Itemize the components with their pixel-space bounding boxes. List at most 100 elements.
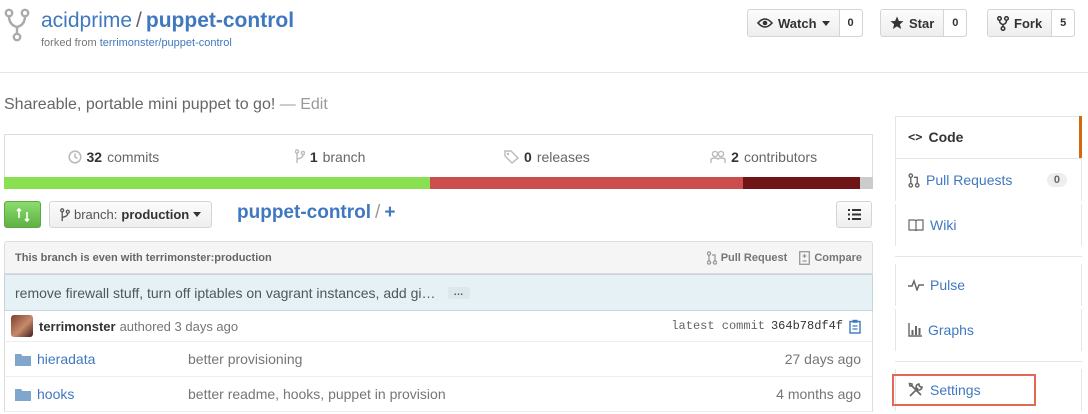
watch-button-group: Watch 0 [747,9,863,37]
file-row[interactable]: hooks better readme, hooks, puppet in pr… [4,377,873,412]
watch-label: Watch [778,15,817,31]
branches-count: 1 [309,148,318,165]
nav-item-pulse[interactable]: Pulse [895,264,1082,306]
description-edit-separator: — [279,96,296,113]
file-name-link[interactable]: hooks [37,386,74,402]
numbers-summary: 32 commits 1 branch 0 releases 2 contrib… [4,134,873,178]
commit-author-link[interactable]: terrimonster [39,319,116,334]
git-branch-icon [60,207,70,221]
folder-icon [15,354,31,366]
organization-icon [710,150,726,163]
watch-count[interactable]: 0 [839,10,862,36]
nav-item-label: Wiki [930,217,957,233]
author-avatar[interactable] [11,315,33,337]
repo-title: acidprime / puppet-control [41,9,294,33]
language-segment[interactable] [429,177,743,189]
branches-summary[interactable]: 1 branch [222,149,439,165]
compare-label: Compare [814,251,862,264]
breadcrumb: puppet-control / + [237,202,395,224]
caret-down-icon [821,20,830,26]
breadcrumb-repo-link[interactable]: puppet-control [237,202,371,223]
clippy-icon[interactable] [849,319,862,334]
graph-icon [908,323,922,337]
file-name-link[interactable]: hieradata [37,351,95,367]
fork-button-group: Fork 5 [987,9,1076,37]
git-pull-request-icon [908,172,920,188]
header-divider [0,72,1088,73]
branches-label: branch [322,148,366,165]
contributors-label: contributors [743,148,818,165]
file-commit-message[interactable]: better readme, hooks, puppet in provisio… [188,386,446,402]
description-edit-link[interactable]: Edit [300,96,328,113]
list-icon [847,209,861,220]
forked-from-link[interactable]: terrimonster/puppet-control [100,37,232,49]
latest-commit-sha-group: latest commit 364b78df4f [671,319,862,334]
nav-divider [895,361,1082,362]
book-icon [908,219,924,231]
language-segment[interactable] [742,177,860,189]
fork-button[interactable]: Fork [988,10,1053,36]
fork-label: Fork [1014,15,1043,31]
pull-requests-counter: 0 [1046,173,1067,187]
nav-item-code[interactable]: <> Code [895,116,1082,158]
repo-title-separator: / [136,9,142,32]
nav-divider [895,256,1082,257]
releases-summary[interactable]: 0 releases [439,149,656,165]
repo-owner-link[interactable]: acidprime [41,9,132,32]
code-icon: <> [908,130,923,144]
tag-icon [504,149,520,164]
branch-name: production [121,207,190,222]
git-pull-request-icon [706,250,717,265]
nav-item-label: Graphs [928,322,974,338]
new-file-link[interactable]: + [384,202,395,223]
commits-label: commits [107,148,160,165]
git-branch-icon [294,149,305,163]
compare-link[interactable]: Compare [799,250,862,265]
nav-item-wiki[interactable]: Wiki [895,204,1082,246]
contributors-count: 2 [731,148,739,165]
pull-request-link[interactable]: Pull Request [706,250,788,265]
latest-commit-message[interactable]: remove firewall stuff, turn off iptables… [15,285,436,301]
branch-select-button[interactable]: branch: production [49,201,213,228]
language-stats-bar[interactable] [4,177,873,189]
branch-status-bar: This branch is even with terrimonster:pr… [4,241,873,274]
file-age: 4 months ago [776,386,861,402]
eye-icon [757,18,773,28]
toggle-view-button[interactable] [836,201,872,228]
latest-commit-sha-link[interactable]: 364b78df4f [771,319,843,333]
compare-review-button[interactable] [4,201,41,228]
compare-icon [15,207,30,222]
expand-commit-button[interactable]: … [447,286,470,299]
branch-status-text: This branch is even with terrimonster:pr… [15,251,272,264]
commits-count: 32 [86,148,103,165]
star-button[interactable]: Star [881,10,945,36]
contributors-summary[interactable]: 2 contributors [655,149,872,165]
pull-request-label: Pull Request [720,251,788,264]
nav-item-pull-requests[interactable]: Pull Requests 0 [895,159,1082,201]
forked-from-text: forked from terrimonster/puppet-control [41,37,232,49]
language-segment[interactable] [859,177,873,189]
commit-authored-time: authored 3 days ago [119,318,239,334]
nav-item-graphs[interactable]: Graphs [895,309,1082,351]
diff-icon [799,250,811,265]
folder-icon [15,389,31,401]
file-row[interactable]: hieradata better provisioning 27 days ag… [4,342,873,377]
nav-item-label: Pull Requests [926,172,1013,188]
star-button-group: Star 0 [880,9,968,37]
star-label: Star [909,15,935,31]
watch-button[interactable]: Watch [748,10,840,36]
star-icon [890,16,904,29]
latest-commit-label: latest commit [671,319,765,333]
releases-label: releases [536,148,590,165]
commits-summary[interactable]: 32 commits [5,149,222,165]
caret-down-icon [193,212,202,217]
star-count[interactable]: 0 [944,10,967,36]
fork-count[interactable]: 5 [1052,10,1075,36]
language-segment[interactable] [4,177,430,189]
fork-icon [997,15,1009,31]
file-commit-message[interactable]: better provisioning [188,351,302,367]
breadcrumb-separator: / [375,202,381,223]
repo-name-link[interactable]: puppet-control [146,9,294,32]
nav-item-label: Pulse [930,277,966,293]
history-icon [67,149,82,164]
